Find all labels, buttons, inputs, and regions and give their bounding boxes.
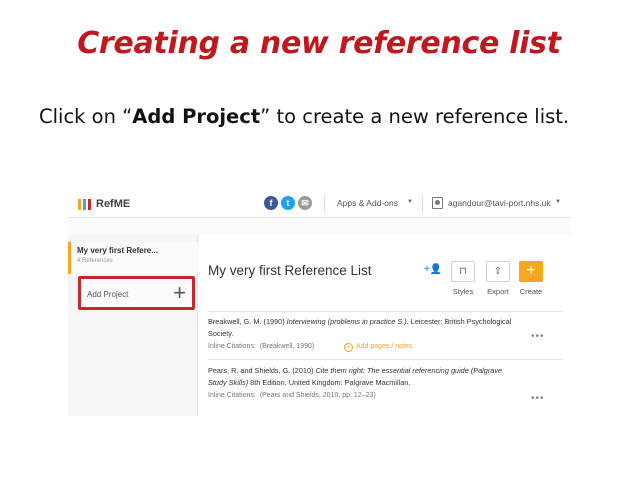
facebook-icon[interactable]: f (264, 196, 278, 210)
citation-title: Interviewing (problems in practice S.). (286, 317, 409, 326)
logo-bars-icon (78, 198, 91, 210)
book-icon: ⊓ (451, 261, 475, 282)
citation-text: Pears, R. and Shields, G. (2010) (208, 366, 316, 375)
inline-citation: Inline Citations: (Pears and Shields, 20… (208, 392, 376, 399)
more-options-icon[interactable]: ••• (531, 393, 545, 404)
create-button[interactable]: + Create (519, 261, 543, 296)
social-icons: f t ✉ (264, 196, 312, 210)
inline-citation-value: (Breakwell, 1990) (259, 343, 315, 350)
reference-item[interactable]: Breakwell, G. M. (1990) Interviewing (pr… (208, 316, 518, 340)
more-options-icon[interactable]: ••• (531, 331, 545, 342)
add-collaborator-icon[interactable]: +👤 (424, 264, 442, 275)
citation-text: 8th Edition. United Kingdom: Palgrave Ma… (248, 378, 411, 387)
project-title: My very first Refere... (77, 246, 158, 255)
apps-addons-menu[interactable]: Apps & Add-ons (337, 198, 398, 208)
sidebar-item-active-project[interactable]: My very first Refere... 4 References (68, 242, 198, 274)
export-label: Export (487, 287, 509, 296)
brand-name: RefME (96, 198, 131, 210)
divider (324, 195, 325, 212)
instruction-bold: Add Project (132, 105, 261, 128)
styles-button[interactable]: ⊓ Styles (451, 261, 475, 296)
refme-logo[interactable]: RefME (78, 197, 130, 211)
email-icon[interactable]: ✉ (298, 196, 312, 210)
list-title: My very first Reference List (208, 263, 372, 278)
instruction-prefix: Click on “ (39, 105, 133, 128)
slide-title: Creating a new reference list (77, 26, 561, 61)
user-icon[interactable] (432, 197, 443, 209)
inline-citation-label: Inline Citations: (208, 343, 256, 350)
project-sidebar: My very first Refere... 4 References Add… (68, 235, 198, 416)
divider (422, 195, 423, 212)
slide-instruction: Click on “Add Project” to create a new r… (39, 101, 609, 133)
project-subtitle: 4 References (77, 258, 113, 264)
inline-citation-label: Inline Citations: (208, 392, 256, 399)
create-label: Create (519, 287, 543, 296)
plus-icon[interactable]: + (173, 282, 186, 304)
add-circle-icon: + (344, 343, 353, 352)
add-project-button[interactable]: Add Project + (78, 276, 195, 310)
reference-list-panel: My very first Reference List +👤 ⊓ Styles… (199, 235, 571, 416)
add-project-label: Add Project (87, 290, 129, 299)
inline-citation-value: (Pears and Shields, 2010, pp. 12–23) (259, 392, 376, 399)
export-button[interactable]: ⇪ Export (486, 261, 510, 296)
citation-text: Breakwell, G. M. (1990) (208, 317, 287, 326)
divider (208, 311, 563, 312)
divider (208, 359, 563, 360)
chevron-down-icon[interactable]: ▼ (407, 199, 413, 205)
add-pages-label: Add pages / notes (356, 343, 413, 350)
reference-item[interactable]: Pears, R. and Shields, G. (2010) Cite th… (208, 365, 518, 389)
plus-icon: + (519, 261, 543, 282)
twitter-icon[interactable]: t (281, 196, 295, 210)
export-icon: ⇪ (486, 261, 510, 282)
top-bar: RefME f t ✉ Apps & Add-ons ▼ agandour@ta… (68, 190, 571, 218)
app-screenshot: RefME f t ✉ Apps & Add-ons ▼ agandour@ta… (68, 190, 571, 416)
inline-citation: Inline Citations: (Breakwell, 1990) (208, 343, 314, 350)
chevron-down-icon[interactable]: ▼ (555, 199, 561, 205)
user-email[interactable]: agandour@tavi-port.nhs.uk (448, 198, 551, 208)
add-pages-notes-link[interactable]: + Add pages / notes (344, 343, 412, 352)
instruction-suffix: ” to create a new reference list. (260, 105, 570, 128)
styles-label: Styles (452, 287, 474, 296)
